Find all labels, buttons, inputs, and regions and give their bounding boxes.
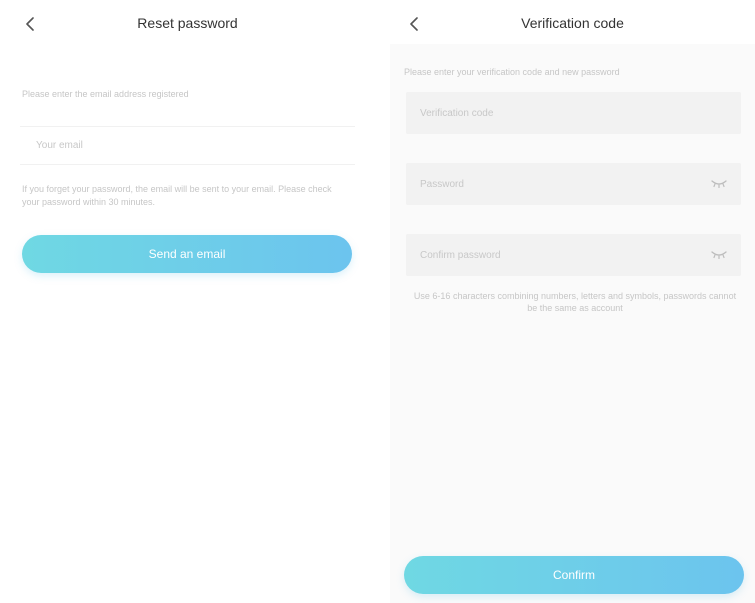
page-title: Verification code	[521, 15, 624, 31]
email-instruction: Please enter the email address registere…	[22, 89, 189, 99]
confirm-password-input[interactable]	[406, 234, 696, 276]
divider	[20, 164, 355, 165]
verification-code-screen: Verification code Please enter your veri…	[390, 0, 755, 603]
divider	[20, 126, 355, 127]
reset-password-screen: Reset password Please enter the email ad…	[0, 0, 375, 603]
page-title: Reset password	[137, 15, 238, 31]
confirm-password-field	[406, 234, 741, 276]
reset-header: Reset password	[0, 0, 375, 46]
password-rule-text: Use 6-16 characters combining numbers, l…	[413, 291, 737, 313]
password-field	[406, 163, 741, 205]
verify-instruction: Please enter your verification code and …	[404, 67, 620, 77]
password-input[interactable]	[406, 163, 696, 205]
send-email-button[interactable]: Send an email	[22, 235, 352, 273]
email-note: If you forget your password, the email w…	[22, 184, 332, 207]
email-field-row	[20, 128, 355, 162]
verify-header: Verification code	[390, 0, 755, 44]
eye-closed-icon[interactable]	[711, 178, 727, 188]
eye-closed-icon[interactable]	[711, 249, 727, 259]
code-field	[406, 92, 741, 134]
confirm-button[interactable]: Confirm	[404, 556, 744, 594]
verification-code-input[interactable]	[406, 92, 696, 134]
email-input[interactable]	[20, 128, 355, 162]
